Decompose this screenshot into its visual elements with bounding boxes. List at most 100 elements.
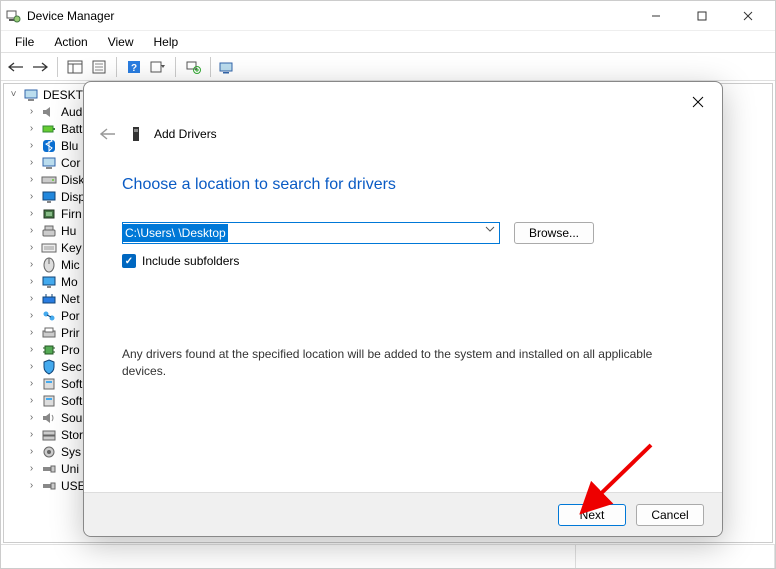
menu-view[interactable]: View [98,33,144,51]
expand-icon[interactable]: › [26,259,37,270]
toolbar-separator [57,57,58,77]
tree-item-label: Pro [61,343,80,357]
show-hide-tree-button[interactable] [64,56,86,78]
tree-item-label: Aud [61,105,82,119]
expand-icon[interactable]: › [26,395,37,406]
back-button[interactable] [5,56,27,78]
expand-icon[interactable]: › [26,208,37,219]
tree-item-label: Soft [61,377,82,391]
chevron-down-icon[interactable] [485,226,495,232]
expand-icon[interactable]: › [26,344,37,355]
hid-icon [41,223,57,239]
expand-icon[interactable]: › [26,327,37,338]
tree-item-label: Sys [61,445,81,459]
dialog-heading: Choose a location to search for drivers [122,176,684,194]
expand-icon[interactable]: › [26,361,37,372]
minimize-button[interactable] [633,1,679,31]
dialog-back-button[interactable] [98,124,118,144]
status-segment [1,545,576,568]
info-text: Any drivers found at the specified locat… [122,346,684,380]
app-icon [5,8,21,24]
expand-icon[interactable]: › [26,106,37,117]
tree-item-label: Cor [61,156,80,170]
audio-icon [41,104,57,120]
dialog-title: Add Drivers [154,127,217,141]
port-icon [41,308,57,324]
dialog-body: Choose a location to search for drivers … [84,144,722,380]
tree-item-label: Batt [61,122,82,136]
dialog-footer: Next Cancel [84,492,722,536]
tree-item-label: Hu [61,224,76,238]
expand-icon[interactable]: › [26,463,37,474]
driver-icon [128,126,144,142]
menubar: File Action View Help [1,31,775,53]
statusbar [1,544,775,568]
expand-icon[interactable]: › [26,429,37,440]
expand-icon[interactable]: › [26,480,37,491]
expand-icon[interactable]: › [26,412,37,423]
status-segment [576,545,775,568]
add-drivers-dialog: Add Drivers Choose a location to search … [83,81,723,537]
expand-icon[interactable]: › [26,242,37,253]
expand-icon[interactable]: › [26,123,37,134]
toolbar-separator [210,57,211,77]
expand-icon[interactable]: › [26,378,37,389]
toolbar-separator [116,57,117,77]
processor-icon [41,342,57,358]
expand-icon[interactable]: › [26,310,37,321]
tree-item-label: Mo [61,275,78,289]
expand-icon[interactable]: › [26,293,37,304]
tree-item-label: Soft [61,394,82,408]
menu-help[interactable]: Help [144,33,189,51]
close-button[interactable] [725,1,771,31]
properties-button[interactable] [88,56,110,78]
next-button[interactable]: Next [558,504,626,526]
collapse-icon[interactable]: ˅ [8,89,19,100]
keyboard-icon [41,240,57,256]
dialog-close-button[interactable] [688,92,708,112]
tree-item-label: Por [61,309,80,323]
expand-icon[interactable]: › [26,174,37,185]
usb-icon [41,478,57,494]
expand-icon[interactable]: › [26,157,37,168]
device-manager-window: Device Manager File Action View Help ? [0,0,776,569]
dialog-header: Add Drivers [84,82,722,144]
expand-icon[interactable]: › [26,191,37,202]
usb-icon [41,461,57,477]
window-title: Device Manager [27,9,633,23]
menu-file[interactable]: File [5,33,44,51]
path-row: C:\Users\ \Desktop Browse... [122,222,684,244]
tree-item-label: Sou [61,411,82,425]
maximize-button[interactable] [679,1,725,31]
tree-item-label: Prir [61,326,80,340]
tree-item-label: Firn [61,207,82,221]
computer-icon [41,155,57,171]
expand-icon[interactable]: › [26,446,37,457]
add-driver-button[interactable] [217,56,239,78]
monitor-icon [41,274,57,290]
path-combobox[interactable]: C:\Users\ \Desktop [122,222,500,244]
expand-icon[interactable]: › [26,140,37,151]
tree-item-label: Key [61,241,82,255]
software-icon [41,393,57,409]
forward-button[interactable] [29,56,51,78]
tree-item-label: Disk [61,173,84,187]
tree-item-label: Net [61,292,80,306]
include-subfolders-checkbox[interactable] [122,254,136,268]
scan-hardware-button[interactable] [182,56,204,78]
storage-icon [41,427,57,443]
action-button[interactable] [147,56,169,78]
browse-button[interactable]: Browse... [514,222,594,244]
menu-action[interactable]: Action [44,33,97,51]
tree-item-label: Mic [61,258,80,272]
toolbar: ? [1,53,775,81]
cancel-button[interactable]: Cancel [636,504,704,526]
expand-icon[interactable]: › [26,225,37,236]
tree-item-label: Sec [61,360,82,374]
tree-item-label: USE [61,479,86,493]
computer-icon [23,87,39,103]
toolbar-separator [175,57,176,77]
tree-item-label: Disp [61,190,85,204]
expand-icon[interactable]: › [26,276,37,287]
help-button[interactable]: ? [123,56,145,78]
